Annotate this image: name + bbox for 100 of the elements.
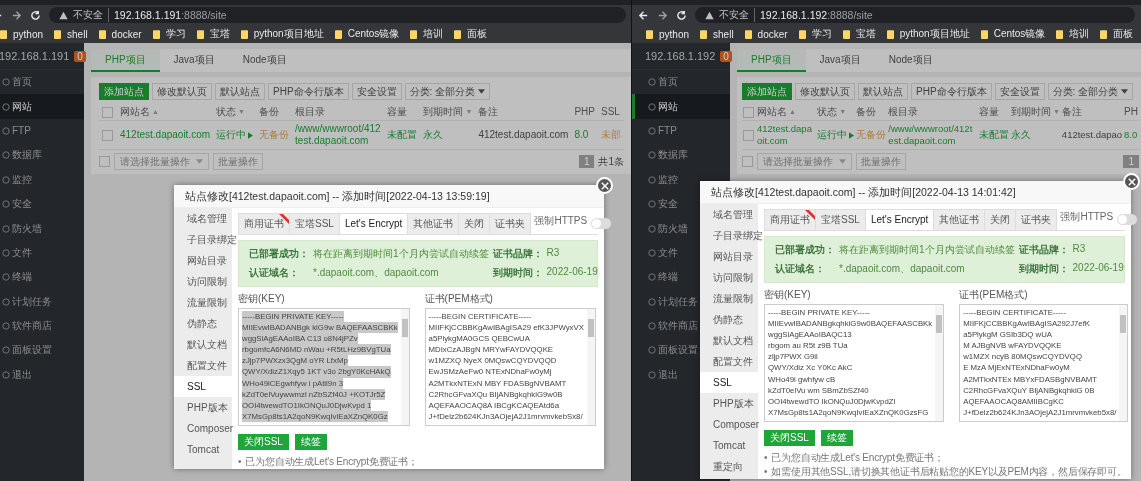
settings-nav-item[interactable]: 伪静态	[174, 313, 232, 334]
ssl-tab[interactable]: 其他证书	[407, 213, 460, 234]
force-https-toggle[interactable]	[1117, 214, 1138, 225]
settings-nav-item[interactable]: 默认文档	[174, 334, 232, 355]
bookmark[interactable]: 宝塔	[209, 27, 230, 41]
close-button[interactable]	[596, 177, 613, 194]
settings-nav-item[interactable]: SSL	[174, 376, 232, 397]
checkbox[interactable]	[102, 106, 113, 118]
play-icon[interactable]	[248, 131, 254, 139]
ssl-tab[interactable]: 其他证书	[933, 209, 986, 230]
sidebar-item[interactable]: 计划任务	[658, 294, 698, 309]
settings-nav-item[interactable]: 伪静态	[700, 309, 758, 330]
settings-nav-item[interactable]: Tomcat	[700, 435, 758, 456]
bookmark[interactable]: 宝塔	[855, 27, 876, 41]
action-button[interactable]: 关闭SSL	[238, 434, 289, 450]
toolbar-button[interactable]: 默认站点	[858, 83, 908, 100]
column-header[interactable]: 容量	[387, 106, 408, 118]
sidebar-item[interactable]: 首页	[658, 75, 678, 90]
project-tab[interactable]: Java项目	[805, 49, 875, 72]
sidebar-item[interactable]: 软件商店	[12, 319, 52, 334]
project-tab[interactable]: Java项目	[159, 49, 229, 72]
settings-nav-item[interactable]: Composer	[174, 418, 232, 439]
settings-nav-item[interactable]: 流量限制	[700, 288, 758, 309]
bookmark[interactable]: 培训	[1069, 27, 1090, 41]
scrollbar[interactable]	[400, 309, 409, 425]
ssl-tab[interactable]: 宝塔SSL	[289, 213, 340, 234]
address-bar[interactable]: 不安全 192.168.1.192:8888/site	[695, 7, 1135, 23]
settings-nav-item[interactable]: 默认文档	[700, 330, 758, 351]
checkbox[interactable]	[743, 129, 754, 141]
column-header[interactable]: 备注	[478, 106, 499, 118]
sidebar-item[interactable]: 文件	[12, 245, 32, 260]
settings-nav-item[interactable]: 重定向	[700, 456, 758, 477]
scrollbar[interactable]	[586, 309, 595, 425]
checkbox[interactable]	[102, 129, 113, 141]
column-header[interactable]: 状态	[817, 106, 838, 118]
sidebar-item[interactable]: 安全	[658, 197, 678, 212]
sidebar-item[interactable]: 文件	[658, 245, 678, 260]
sidebar-item[interactable]: 软件商店	[658, 319, 698, 334]
sidebar-item[interactable]: 网站	[658, 99, 678, 114]
play-icon[interactable]	[849, 131, 855, 139]
action-button[interactable]: 续签	[294, 434, 327, 450]
column-header[interactable]: 网站名	[120, 106, 150, 118]
force-https-toggle[interactable]	[591, 218, 612, 229]
column-header[interactable]: 容量	[978, 106, 999, 118]
ssl-tab[interactable]: 宝塔SSL	[815, 209, 866, 230]
toolbar-button[interactable]: 修改默认页	[152, 83, 212, 100]
text-area[interactable]	[959, 304, 1129, 422]
bookmark[interactable]: 培训	[423, 27, 444, 41]
project-tab[interactable]: Node项目	[874, 49, 947, 72]
sidebar-item[interactable]: 数据库	[658, 148, 688, 163]
bookmark[interactable]: docker	[111, 28, 142, 40]
settings-nav-item[interactable]: 网站目录	[174, 250, 232, 271]
bookmark[interactable]: 面板	[1113, 27, 1134, 41]
toolbar-button[interactable]: 添加站点	[742, 83, 792, 100]
sidebar-item[interactable]: 退出	[12, 367, 32, 382]
bookmark[interactable]: 学习	[165, 27, 186, 41]
bookmark[interactable]: docker	[757, 28, 788, 40]
category-dropdown[interactable]: 分类: 全部分类	[404, 83, 491, 100]
column-header[interactable]: 网站名	[757, 106, 787, 118]
forward-icon[interactable]	[657, 9, 668, 21]
column-header[interactable]: PH	[1124, 106, 1138, 118]
bookmark[interactable]: shell	[67, 28, 88, 40]
bookmark[interactable]: 学习	[811, 27, 832, 41]
column-header[interactable]: 状态	[216, 106, 237, 118]
caret-icon[interactable]	[1121, 89, 1129, 94]
bookmark[interactable]: python	[659, 28, 690, 40]
settings-nav-item[interactable]: Tomcat	[174, 439, 232, 460]
sidebar-item[interactable]: FTP	[658, 125, 677, 137]
toolbar-button[interactable]: 默认站点	[215, 83, 265, 100]
sidebar-item[interactable]: 防火墙	[12, 221, 42, 236]
toolbar-button[interactable]: 安全设置	[994, 83, 1045, 100]
action-button[interactable]: 关闭SSL	[764, 430, 815, 446]
bookmark[interactable]: 面板	[467, 27, 488, 41]
sidebar-item[interactable]: 网站	[12, 99, 32, 114]
settings-nav-item[interactable]: Composer	[700, 414, 758, 435]
settings-nav-item[interactable]: SSL	[700, 372, 758, 393]
column-header[interactable]: 备份	[259, 106, 280, 118]
bookmark[interactable]: python项目地址	[253, 27, 324, 41]
column-header[interactable]: 根目录	[888, 106, 919, 118]
close-icon[interactable]	[1127, 177, 1136, 186]
ssl-tab[interactable]: 关闭	[458, 213, 491, 234]
toolbar-button[interactable]: PHP命令行版本	[911, 83, 992, 100]
sidebar-item[interactable]: 防火墙	[658, 221, 688, 236]
sidebar-item[interactable]: 面板设置	[12, 343, 52, 358]
sidebar-item[interactable]: 监控	[658, 172, 678, 187]
settings-nav-item[interactable]: 访问限制	[700, 267, 758, 288]
column-header[interactable]: 到期时间	[1010, 106, 1051, 118]
column-header[interactable]: 到期时间	[423, 106, 464, 118]
settings-nav-item[interactable]: PHP版本	[174, 397, 232, 418]
toolbar-button[interactable]: 修改默认页	[795, 83, 855, 100]
sidebar-item[interactable]: 面板设置	[658, 343, 698, 358]
bookmark[interactable]: python项目地址	[899, 27, 970, 41]
bookmark[interactable]: Centos镜像	[347, 27, 400, 41]
settings-nav-item[interactable]: 网站目录	[700, 246, 758, 267]
bookmark[interactable]: Centos镜像	[993, 27, 1046, 41]
scrollbar[interactable]	[1119, 305, 1128, 421]
settings-nav-item[interactable]: 域名管理	[174, 208, 232, 229]
sidebar-item[interactable]: 终端	[12, 270, 32, 285]
sidebar-item[interactable]: 终端	[658, 270, 678, 285]
settings-nav-item[interactable]: 访问限制	[174, 271, 232, 292]
